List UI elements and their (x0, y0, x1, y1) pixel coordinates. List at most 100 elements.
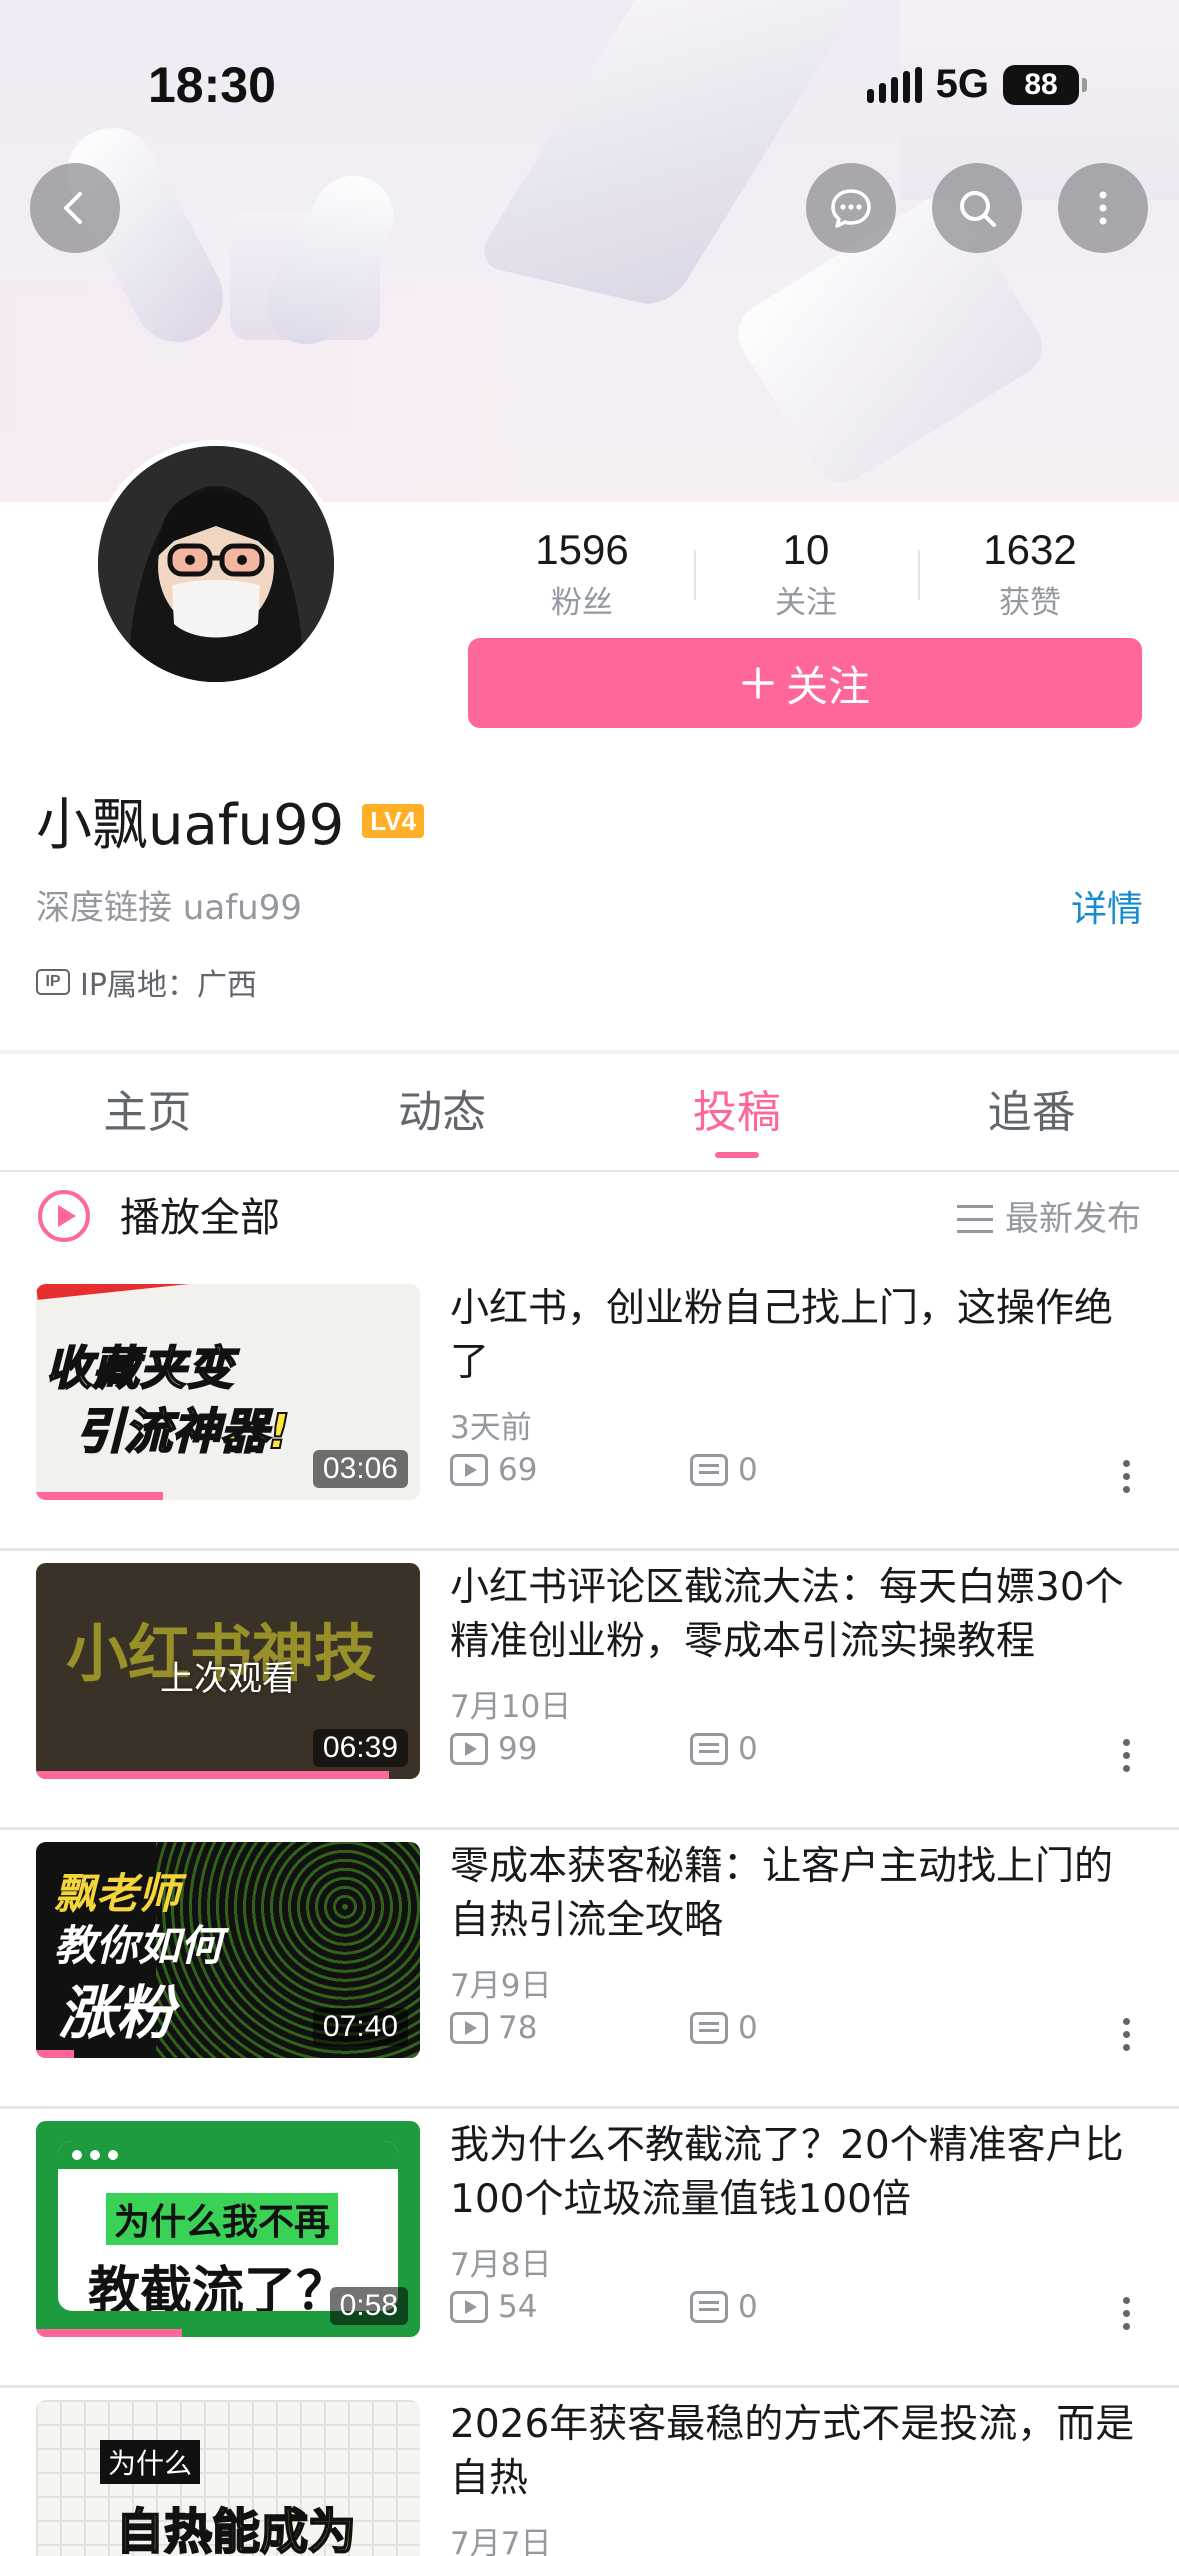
stat-label: 关注 (775, 585, 837, 621)
chevron-left-icon (64, 192, 82, 224)
thumbnail-text: 教截流了？ (88, 2262, 349, 2311)
tab-home[interactable]: 主页 (0, 1054, 295, 1170)
stat-following[interactable]: 10 关注 (694, 520, 918, 626)
list-header: 播放全部 最新发布 (0, 1172, 1179, 1272)
video-item[interactable]: 为什么我不再 教截流了？ 0:58 我为什么不教截流了？20个精准客户比100个… (0, 2109, 1179, 2388)
video-title[interactable]: 小红书，创业粉自己找上门，这操作绝了 (450, 1282, 1150, 1390)
play-circle-icon[interactable] (38, 1190, 90, 1242)
play-count-icon (450, 1733, 488, 1765)
video-thumbnail[interactable]: 为什么 自热能成为 (36, 2400, 420, 2556)
video-date: 7月9日 (450, 1968, 552, 2004)
back-button[interactable] (30, 163, 120, 253)
list-icon (957, 1205, 993, 1233)
video-title[interactable]: 小红书评论区截流大法：每天白嫖30个精准创业粉，零成本引流实操教程 (450, 1561, 1150, 1669)
video-duration: 0:58 (329, 2287, 408, 2325)
video-date: 7月10日 (450, 1689, 572, 1725)
battery-icon: 88 (1003, 64, 1087, 105)
comment-count: 0 (738, 2010, 758, 2046)
signal-icon (866, 66, 922, 103)
watch-progress (36, 2050, 75, 2058)
play-count-icon (450, 2291, 488, 2323)
chat-bubble-icon (831, 189, 871, 228)
stat-followers[interactable]: 1596 粉丝 (470, 520, 694, 626)
more-vertical-icon[interactable] (1123, 2297, 1131, 2330)
stat-value: 10 (782, 526, 830, 573)
detail-link[interactable]: 详情 (1071, 880, 1143, 932)
profile-stats: 1596 粉丝 10 关注 1632 获赞 (470, 520, 1142, 626)
stat-value: 1632 (983, 526, 1077, 573)
view-count: 99 (498, 1731, 538, 1767)
message-button[interactable] (806, 163, 896, 253)
video-thumbnail[interactable]: 小红书神技 上次观看 06:39 (36, 1563, 420, 1779)
thumbnail-text: 收藏夹变 (45, 1340, 234, 1396)
follow-button[interactable]: 关注 (468, 638, 1142, 728)
more-button[interactable] (1058, 163, 1148, 253)
video-duration: 03:06 (312, 1450, 408, 1488)
thumbnail-text: 引流神器! (75, 1403, 291, 1461)
status-indicators: 5G 88 (866, 62, 1087, 107)
search-icon (960, 191, 996, 227)
more-vertical-icon (1099, 191, 1107, 225)
video-date: 7月7日 (450, 2526, 552, 2556)
tab-dynamics[interactable]: 动态 (295, 1054, 590, 1170)
video-item[interactable]: 为什么 自热能成为 2026年获客最稳的方式不是投流，而是自热 7月7日 (0, 2388, 1179, 2556)
comment-count: 0 (738, 1452, 758, 1488)
follow-label: 关注 (785, 661, 870, 711)
video-date: 7月8日 (450, 2247, 552, 2283)
more-vertical-icon[interactable] (1123, 2018, 1131, 2051)
resume-label: 上次观看 (160, 1659, 296, 1699)
video-item[interactable]: 小红书神技 上次观看 06:39 小红书评论区截流大法：每天白嫖30个精准创业粉… (0, 1551, 1179, 1830)
play-count-icon (450, 1454, 488, 1486)
stat-label: 获赞 (999, 585, 1061, 621)
video-title[interactable]: 我为什么不教截流了？20个精准客户比100个垃圾流量值钱100倍 (450, 2119, 1150, 2227)
comment-count: 0 (738, 1731, 758, 1767)
profile-tabs: 主页 动态 投稿 追番 (0, 1054, 1179, 1172)
tab-uploads[interactable]: 投稿 (590, 1054, 885, 1170)
ip-location-row: IP IP属地：广西 (36, 960, 257, 1004)
stat-likes[interactable]: 1632 获赞 (918, 520, 1142, 626)
danmaku-icon (690, 1454, 728, 1486)
video-thumbnail[interactable]: 收藏夹变 引流神器! 03:06 (36, 1284, 420, 1500)
thumbnail-text: 为什么我不再 (106, 2193, 339, 2245)
thumbnail-text: 教你如何 (54, 1921, 223, 1970)
user-name: 小飘uafu99 (36, 793, 345, 858)
video-duration: 07:40 (312, 2008, 408, 2046)
danmaku-icon (690, 1733, 728, 1765)
watch-progress (36, 2329, 182, 2337)
video-item[interactable]: 收藏夹变 引流神器! 03:06 小红书，创业粉自己找上门，这操作绝了 3天前 … (0, 1272, 1179, 1551)
video-thumbnail[interactable]: 为什么我不再 教截流了？ 0:58 (36, 2121, 420, 2337)
level-badge: LV4 (362, 803, 425, 838)
play-count-icon (450, 2012, 488, 2044)
thumbnail-text: 自热能成为 (115, 2503, 357, 2556)
avatar-image (98, 446, 334, 682)
watch-progress (36, 1492, 163, 1500)
play-all-button[interactable]: 播放全部 (120, 1190, 280, 1246)
danmaku-icon (690, 2012, 728, 2044)
view-count: 54 (498, 2289, 538, 2325)
more-vertical-icon[interactable] (1123, 1739, 1131, 1772)
sort-button[interactable]: 最新发布 (957, 1194, 1141, 1244)
video-meta: 78 0 (450, 2010, 930, 2046)
view-count: 69 (498, 1452, 538, 1488)
stat-value: 1596 (535, 526, 629, 573)
video-meta: 99 0 (450, 1731, 930, 1767)
video-title[interactable]: 2026年获客最稳的方式不是投流，而是自热 (450, 2398, 1150, 2506)
view-count: 78 (498, 2010, 538, 2046)
avatar[interactable] (92, 440, 340, 688)
plus-icon (742, 667, 774, 699)
video-title[interactable]: 零成本获客秘籍：让客户主动找上门的自热引流全攻略 (450, 1840, 1150, 1948)
comment-count: 0 (738, 2289, 758, 2325)
tab-bangumi[interactable]: 追番 (884, 1054, 1179, 1170)
video-meta: 54 0 (450, 2289, 930, 2325)
thumbnail-text: 涨粉 (58, 1979, 175, 2047)
search-button[interactable] (932, 163, 1022, 253)
ip-icon: IP (36, 969, 70, 995)
video-duration: 06:39 (312, 1729, 408, 1767)
sort-label: 最新发布 (1005, 1199, 1141, 1239)
video-thumbnail[interactable]: 飘老师 教你如何 涨粉 07:40 (36, 1842, 420, 2058)
more-vertical-icon[interactable] (1123, 1460, 1131, 1493)
video-date: 3天前 (450, 1410, 532, 1446)
user-name-row: 小飘uafu99 LV4 (36, 780, 425, 861)
video-item[interactable]: 飘老师 教你如何 涨粉 07:40 零成本获客秘籍：让客户主动找上门的自热引流全… (0, 1830, 1179, 2109)
status-time: 18:30 (148, 57, 276, 113)
